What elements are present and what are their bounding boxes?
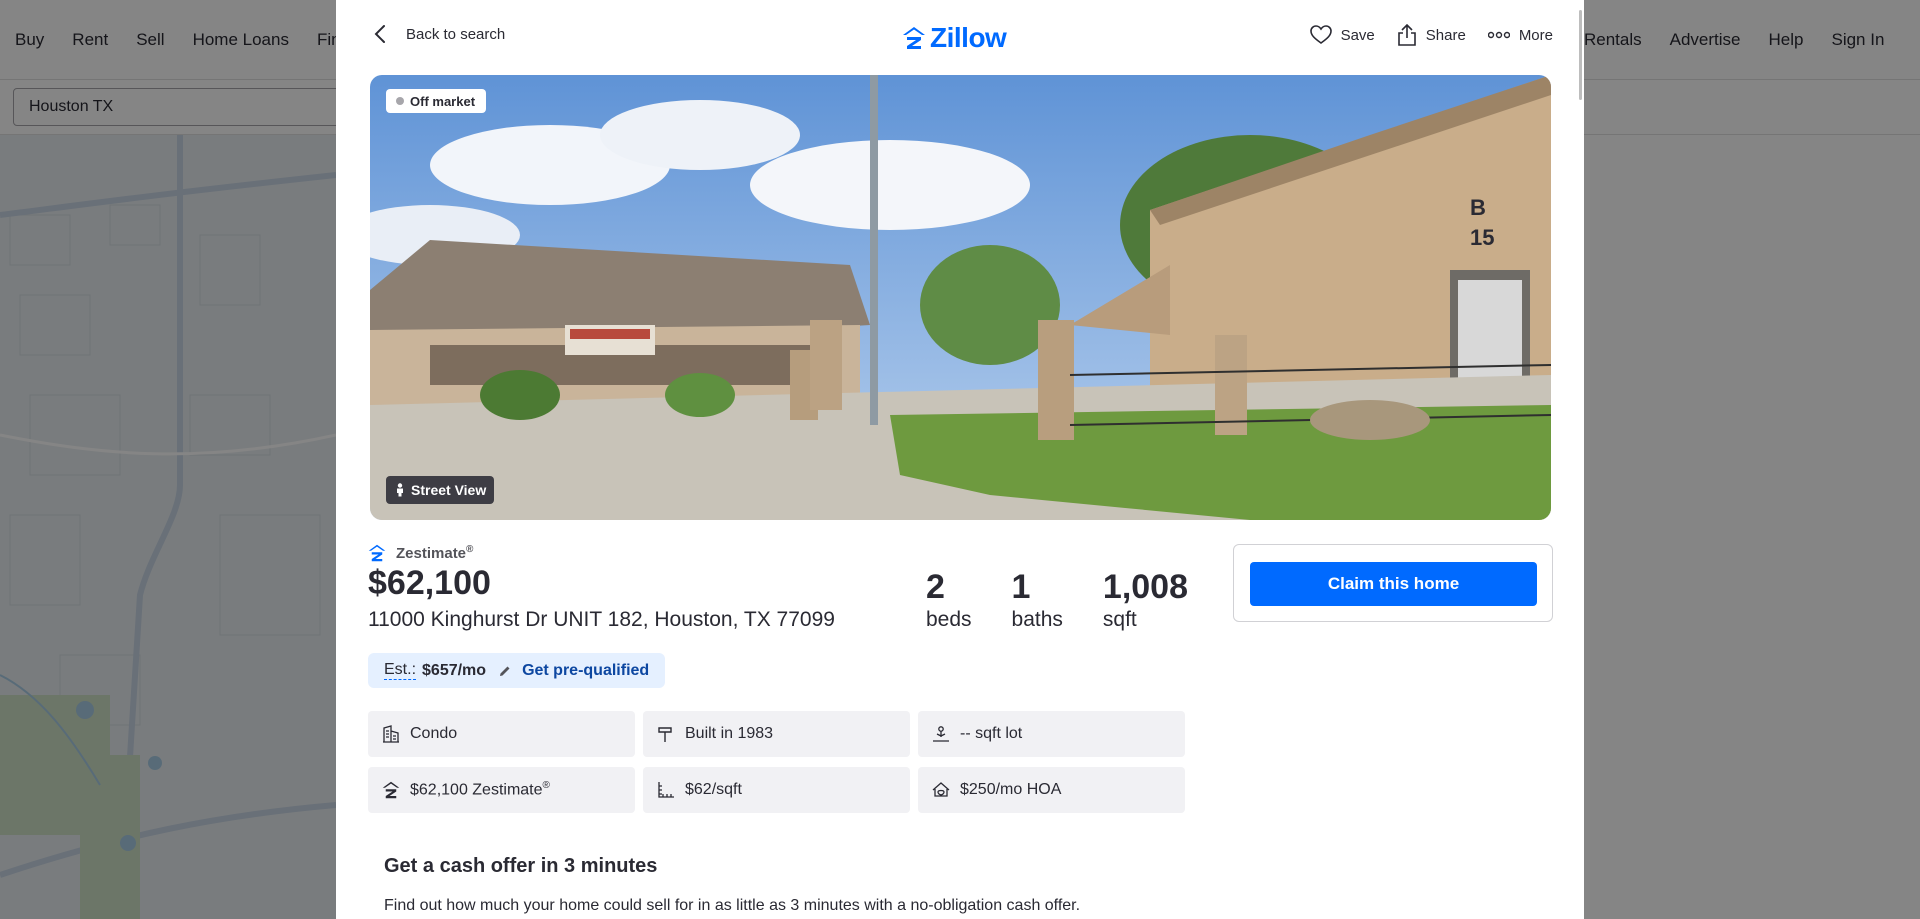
property-address: 11000 Kinghurst Dr UNIT 182, Houston, TX… bbox=[368, 608, 835, 631]
zestimate-price: $62,100 bbox=[368, 564, 491, 602]
heart-icon bbox=[1309, 25, 1332, 44]
fact-hoa-text: $250/mo HOA bbox=[960, 781, 1062, 798]
cash-offer-description: Find out how much your home could sell f… bbox=[384, 897, 1081, 914]
header-actions: Save Share More bbox=[1309, 24, 1553, 46]
zestimate-label-text: Zestimate bbox=[396, 545, 467, 562]
registered-mark: ® bbox=[466, 544, 474, 555]
more-button[interactable]: More bbox=[1487, 26, 1553, 44]
lot-icon bbox=[933, 726, 949, 742]
baths-value: 1 bbox=[1011, 568, 1031, 606]
zestimate-icon bbox=[382, 781, 400, 799]
baths-stat: 1 baths bbox=[1012, 567, 1063, 633]
chevron-left-icon bbox=[374, 25, 385, 43]
more-label: More bbox=[1518, 26, 1553, 44]
more-dots-icon bbox=[1487, 31, 1510, 39]
street-view-button[interactable]: Street View bbox=[386, 476, 495, 504]
fact-zestimate-value: $62,100 Zestimate bbox=[410, 781, 543, 799]
street-view-image: B 15 bbox=[370, 75, 1551, 520]
fact-lot-size-text: -- sqft lot bbox=[960, 725, 1023, 742]
status-dot-icon bbox=[396, 97, 404, 105]
fact-zestimate-mark: ® bbox=[542, 780, 550, 792]
back-to-search-button[interactable]: Back to search bbox=[374, 24, 505, 44]
share-icon bbox=[1397, 24, 1416, 46]
home-stats: 2 beds 1 baths 1,008 sqft bbox=[926, 567, 1228, 633]
facts-grid: Condo Built in 1983 -- sqft lot $62,100 … bbox=[368, 711, 1188, 813]
zestimate-logo-icon bbox=[368, 544, 386, 562]
modal-header: Back to search Zillow Save Share More bbox=[336, 0, 1584, 74]
baths-label: baths bbox=[1011, 608, 1063, 631]
back-label: Back to search bbox=[406, 25, 506, 43]
get-prequalified-link[interactable]: Get pre-qualified bbox=[522, 662, 649, 680]
sqft-stat: 1,008 sqft bbox=[1103, 567, 1188, 633]
hoa-icon bbox=[932, 782, 950, 797]
street-view-label: Street View bbox=[411, 482, 487, 498]
fact-price-per-sqft-text: $62/sqft bbox=[685, 781, 742, 798]
hammer-icon bbox=[658, 727, 672, 742]
zestimate-label: Zestimate® bbox=[396, 544, 473, 562]
cash-offer-title: Get a cash offer in 3 minutes bbox=[384, 855, 658, 877]
zillow-logo[interactable]: Zillow bbox=[902, 22, 1007, 54]
estimated-payment-banner: Est.: $657/mo Get pre-qualified bbox=[368, 653, 666, 688]
property-detail-modal: Back to search Zillow Save Share More B … bbox=[336, 0, 1584, 919]
modal-scrollbar[interactable] bbox=[1579, 10, 1582, 100]
fact-year-built: Built in 1983 bbox=[643, 711, 910, 757]
share-label: Share bbox=[1425, 26, 1466, 44]
save-label: Save bbox=[1340, 26, 1375, 44]
fact-zestimate-text: $62,100 Zestimate® bbox=[410, 780, 550, 799]
beds-label: beds bbox=[926, 608, 972, 631]
fact-lot-size: -- sqft lot bbox=[918, 711, 1185, 757]
fact-price-per-sqft: $62/sqft bbox=[643, 767, 910, 813]
off-market-label: Off market bbox=[410, 93, 476, 109]
fact-home-type: Condo bbox=[368, 711, 635, 757]
property-photo[interactable]: B 15 Off market Street View bbox=[370, 75, 1551, 520]
claim-this-home-button[interactable]: Claim this home bbox=[1250, 562, 1537, 606]
sqft-value: 1,008 bbox=[1102, 568, 1189, 606]
sqft-label: sqft bbox=[1102, 608, 1137, 631]
estimate-label[interactable]: Est.: bbox=[384, 661, 417, 680]
beds-value: 2 bbox=[926, 568, 945, 606]
zestimate-heading: Zestimate® bbox=[368, 544, 473, 562]
claim-home-card: Claim this home bbox=[1233, 544, 1553, 622]
off-market-badge: Off market bbox=[386, 89, 487, 113]
ruler-icon bbox=[658, 782, 674, 798]
building-sign-number: 15 bbox=[1470, 225, 1494, 250]
fact-hoa: $250/mo HOA bbox=[918, 767, 1185, 813]
fact-home-type-text: Condo bbox=[410, 725, 458, 742]
save-button[interactable]: Save bbox=[1309, 25, 1375, 45]
fact-year-built-text: Built in 1983 bbox=[685, 725, 774, 742]
pencil-icon[interactable] bbox=[498, 664, 512, 678]
zillow-logo-text: Zillow bbox=[930, 22, 1007, 53]
beds-stat: 2 beds bbox=[926, 567, 972, 633]
pegman-icon bbox=[397, 483, 403, 497]
zillow-logo-icon bbox=[903, 27, 925, 49]
share-button[interactable]: Share bbox=[1397, 24, 1466, 46]
estimate-value: $657/mo bbox=[422, 661, 487, 679]
fact-zestimate: $62,100 Zestimate® bbox=[368, 767, 635, 813]
building-icon bbox=[383, 725, 399, 743]
building-sign-letter: B bbox=[1470, 195, 1486, 220]
